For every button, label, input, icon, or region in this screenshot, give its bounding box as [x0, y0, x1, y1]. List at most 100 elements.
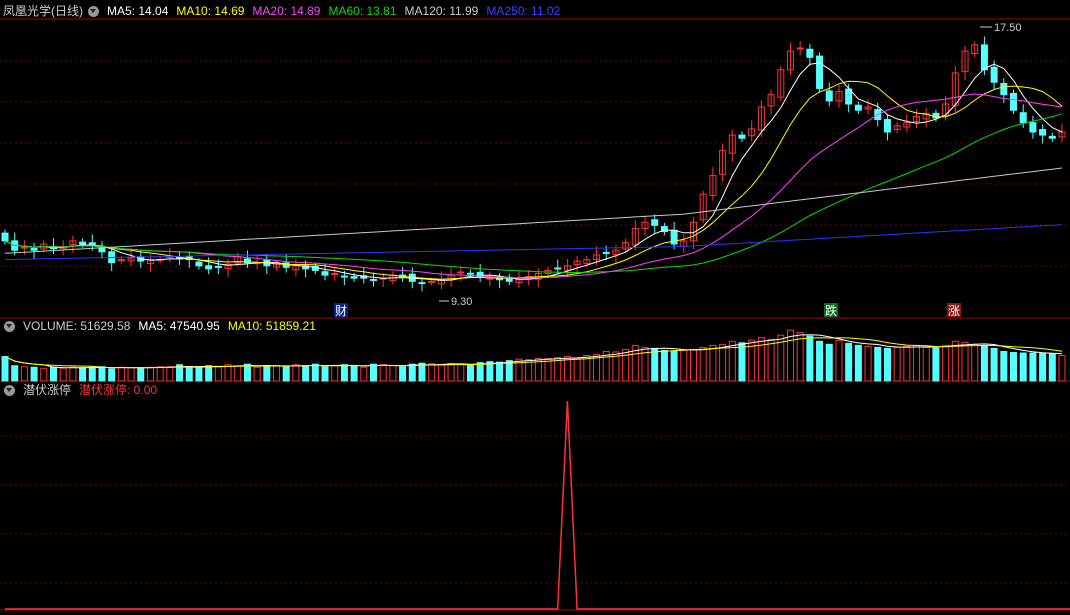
candle-body: [602, 251, 610, 254]
indicator-series-line: [5, 400, 1070, 610]
volume-bar: [767, 338, 775, 382]
candle-body: [1010, 92, 1018, 111]
volume-bar: [108, 368, 116, 382]
volume-bar: [457, 363, 465, 382]
volume-bar: [282, 366, 290, 382]
volume-ma5: MA5: 47540.95: [138, 319, 220, 333]
volume-bar: [660, 349, 668, 382]
volume-ma10: MA10: 51859.21: [227, 319, 316, 333]
candle-body: [369, 278, 378, 281]
volume-bar: [544, 358, 552, 382]
volume-bar: [146, 366, 154, 382]
volume-bar: [893, 346, 901, 382]
volume-bar: [369, 363, 378, 382]
volume-bar: [379, 364, 387, 382]
volume-bar: [166, 366, 174, 382]
volume-bar: [156, 366, 164, 382]
volume-bar: [1000, 350, 1008, 382]
volume-bar: [825, 343, 833, 382]
ma60-line: [4, 113, 1063, 273]
ma120-line: [4, 167, 1063, 254]
candle-body: [195, 261, 203, 267]
candle-body: [738, 134, 746, 139]
volume-bar: [127, 367, 135, 382]
volume-bar: [622, 348, 630, 382]
volume-bar: [437, 364, 445, 382]
volume-bar: [651, 347, 659, 382]
volume-bar: [302, 365, 310, 382]
volume-bar: [1029, 352, 1037, 382]
candle-body: [98, 247, 106, 253]
volume-bar: [185, 366, 193, 382]
volume-bars: [1, 329, 1066, 382]
candle-body: [486, 277, 494, 280]
volume-bar: [399, 366, 407, 382]
low-price-label: 9.30: [451, 296, 472, 308]
chevron-down-icon[interactable]: [4, 384, 15, 396]
ma10-value: MA10: 14.69: [176, 4, 245, 18]
candle-body: [1039, 129, 1047, 136]
volume-bar: [1, 356, 9, 382]
volume-bar: [20, 366, 28, 382]
volume-bar: [137, 367, 145, 382]
stock-name: 凤凰光学(日线): [3, 4, 83, 18]
volume-bar: [951, 340, 959, 382]
candle-body: [428, 280, 436, 283]
volume-bar: [796, 332, 804, 382]
volume-bar: [932, 347, 940, 382]
volume-bar: [1058, 355, 1066, 382]
candle-body: [457, 271, 465, 274]
candle-body: [331, 273, 339, 276]
volume-bar: [913, 344, 921, 382]
volume-bar: [942, 344, 950, 382]
candle-body: [1048, 135, 1056, 139]
volume-bar: [1010, 351, 1018, 382]
high-price-label: 17.50: [994, 22, 1022, 34]
candle-body: [554, 267, 562, 270]
candle-body: [1019, 112, 1027, 124]
ma120-value: MA120: 11.99: [404, 4, 479, 18]
volume-bar: [253, 366, 261, 382]
volume-bar: [98, 366, 106, 382]
volume-bar: [30, 366, 38, 382]
candle-body: [980, 44, 988, 71]
volume-bar: [680, 349, 688, 382]
ma5-value: MA5: 14.04: [107, 4, 169, 18]
volume-bar: [835, 339, 843, 382]
candle-body: [806, 48, 814, 58]
volume-bar: [195, 367, 203, 382]
moving-average-lines: [4, 62, 1063, 281]
volume-bar: [854, 344, 862, 382]
candle-body: [117, 259, 125, 262]
volume-bar: [670, 350, 678, 382]
volume-bar: [990, 347, 998, 382]
volume-bar: [331, 365, 339, 382]
ma60-value: MA60: 13.81: [328, 4, 397, 18]
volume-bar: [961, 341, 969, 382]
volume-bar: [1019, 352, 1027, 382]
volume-bar: [466, 364, 474, 382]
candle-body: [990, 66, 998, 83]
volume-value: VOLUME: 51629.58: [23, 319, 131, 333]
candle-body: [883, 119, 891, 133]
volume-bar: [205, 365, 213, 382]
ma250-value: MA250: 11.02: [486, 4, 561, 18]
candle-body: [796, 47, 804, 50]
candle-body: [214, 265, 222, 268]
chevron-down-icon[interactable]: [88, 5, 99, 17]
fin-marker[interactable]: 财: [334, 303, 348, 318]
volume-bar: [757, 337, 765, 382]
volume-bar: [699, 346, 707, 382]
chevron-down-icon[interactable]: [4, 320, 15, 332]
volume-bar: [311, 363, 319, 382]
ma5-line: [4, 62, 1063, 281]
candle-body: [1029, 122, 1037, 133]
candle-body: [79, 241, 87, 245]
volume-bar: [583, 355, 591, 382]
volume-bar: [418, 362, 426, 382]
volume-bar: [806, 335, 814, 382]
candle-body: [466, 272, 474, 275]
rise-marker[interactable]: 涨: [947, 303, 961, 318]
candle-body: [30, 247, 38, 251]
fall-marker[interactable]: 跌: [824, 303, 838, 318]
